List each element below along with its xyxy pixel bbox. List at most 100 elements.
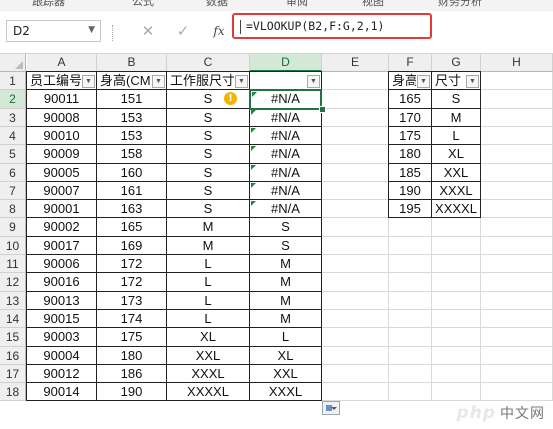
column-header-h[interactable]: H [481, 54, 553, 72]
cell-b13[interactable]: 173 [97, 292, 167, 310]
row-header-3[interactable]: 3 [0, 109, 26, 127]
cell-f4[interactable]: 175 [389, 127, 432, 145]
row-header-6[interactable]: 6 [0, 164, 26, 182]
cell-g14[interactable] [432, 310, 481, 328]
cell-d15[interactable]: L [250, 328, 322, 347]
cell-a18[interactable]: 90014 [27, 383, 97, 401]
cell-e2[interactable] [322, 90, 389, 109]
cell-h5[interactable] [481, 145, 553, 164]
cell-c15[interactable]: XL [167, 328, 250, 347]
cell-b14[interactable]: 174 [97, 310, 167, 328]
cell-h1[interactable] [481, 72, 553, 90]
filter-dropdown-button[interactable]: ▼ [152, 75, 165, 88]
cell-c14[interactable]: L [167, 310, 250, 328]
error-indicator[interactable] [251, 183, 256, 188]
cell-c2[interactable]: S [167, 90, 250, 109]
row-header-12[interactable]: 12 [0, 273, 26, 292]
cell-g4[interactable]: L [432, 127, 481, 145]
cell-d17[interactable]: XXL [250, 365, 322, 383]
cell-g15[interactable] [432, 328, 481, 347]
cell-f6[interactable]: 185 [389, 164, 432, 182]
cell-b3[interactable]: 153 [97, 109, 167, 127]
cell-a1[interactable]: 员工编号 ▼ [27, 72, 97, 90]
cell-c9[interactable]: M [167, 218, 250, 237]
cell-f12[interactable] [389, 273, 432, 292]
cell-d18[interactable]: XXXL [250, 383, 322, 401]
row-header-9[interactable]: 9 [0, 218, 26, 237]
cell-h15[interactable] [481, 328, 553, 347]
cell-d14[interactable]: M [250, 310, 322, 328]
cell-d12[interactable]: M [250, 273, 322, 292]
cell-e18[interactable] [322, 383, 389, 401]
cell-e8[interactable] [322, 200, 389, 218]
cell-b2[interactable]: 151 [97, 90, 167, 109]
cell-a9[interactable]: 90002 [27, 218, 97, 237]
cell-d7[interactable]: #N/A [250, 182, 322, 200]
column-header-g[interactable]: G [432, 54, 481, 72]
cell-h18[interactable] [481, 383, 553, 401]
row-header-5[interactable]: 5 [0, 145, 26, 164]
column-header-e[interactable]: E [322, 54, 389, 72]
cell-a13[interactable]: 90013 [27, 292, 97, 310]
error-indicator[interactable] [251, 110, 256, 115]
error-indicator[interactable] [251, 128, 256, 133]
cell-g5[interactable]: XL [432, 145, 481, 164]
cell-g12[interactable] [432, 273, 481, 292]
cell-e16[interactable] [322, 347, 389, 365]
cell-g6[interactable]: XXL [432, 164, 481, 182]
cell-e7[interactable] [322, 182, 389, 200]
cell-c7[interactable]: S [167, 182, 250, 200]
cell-g10[interactable] [432, 237, 481, 255]
filter-dropdown-button[interactable]: ▼ [466, 75, 479, 88]
cell-h9[interactable] [481, 218, 553, 237]
cell-a11[interactable]: 90006 [27, 255, 97, 273]
cell-h4[interactable] [481, 127, 553, 145]
cell-f7[interactable]: 190 [389, 182, 432, 200]
cell-h2[interactable] [481, 90, 553, 109]
column-header-b[interactable]: B [97, 54, 167, 72]
cell-f2[interactable]: 165 [389, 90, 432, 109]
cell-c5[interactable]: S [167, 145, 250, 164]
cell-g2[interactable]: S [432, 90, 481, 109]
cell-f14[interactable] [389, 310, 432, 328]
cell-c11[interactable]: L [167, 255, 250, 273]
cell-a10[interactable]: 90017 [27, 237, 97, 255]
cell-g8[interactable]: XXXXL [432, 200, 481, 218]
menu-tab[interactable]: 审阅 [286, 0, 308, 9]
cell-d3[interactable]: #N/A [250, 109, 322, 127]
menu-tab[interactable]: 公式 [132, 0, 154, 9]
row-header-1[interactable]: 1 [0, 72, 26, 90]
cell-h12[interactable] [481, 273, 553, 292]
cell-e10[interactable] [322, 237, 389, 255]
cell-b1[interactable]: 身高(CM) ▼ [97, 72, 167, 90]
cell-d16[interactable]: XL [250, 347, 322, 365]
cell-c4[interactable]: S [167, 127, 250, 145]
cell-e6[interactable] [322, 164, 389, 182]
cell-e11[interactable] [322, 255, 389, 273]
filter-dropdown-button[interactable]: ▼ [82, 75, 95, 88]
cell-e3[interactable] [322, 109, 389, 127]
active-cell-cursor[interactable] [249, 89, 322, 110]
cell-b4[interactable]: 153 [97, 127, 167, 145]
row-header-10[interactable]: 10 [0, 237, 26, 255]
cell-a14[interactable]: 90015 [27, 310, 97, 328]
cell-e13[interactable] [322, 292, 389, 310]
column-header-a[interactable]: A [27, 54, 97, 72]
cell-c17[interactable]: XXXL [167, 365, 250, 383]
cell-c8[interactable]: S [167, 200, 250, 218]
cell-d4[interactable]: #N/A [250, 127, 322, 145]
cell-c16[interactable]: XXL [167, 347, 250, 365]
cell-h3[interactable] [481, 109, 553, 127]
cell-a12[interactable]: 90016 [27, 273, 97, 292]
cell-a17[interactable]: 90012 [27, 365, 97, 383]
warning-icon[interactable]: ! [224, 92, 237, 105]
cell-c13[interactable]: L [167, 292, 250, 310]
cell-c12[interactable]: L [167, 273, 250, 292]
cell-b10[interactable]: 169 [97, 237, 167, 255]
cell-h16[interactable] [481, 347, 553, 365]
cell-g17[interactable] [432, 365, 481, 383]
cell-e9[interactable] [322, 218, 389, 237]
cell-b15[interactable]: 175 [97, 328, 167, 347]
cell-a8[interactable]: 90001 [27, 200, 97, 218]
row-header-13[interactable]: 13 [0, 292, 26, 310]
